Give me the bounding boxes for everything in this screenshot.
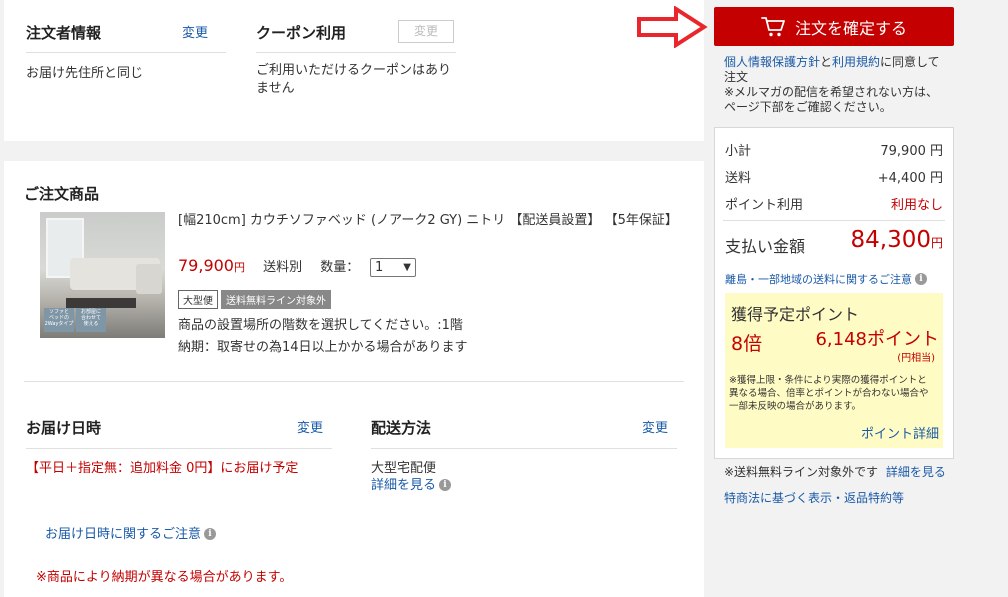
legal-notice-link[interactable]: 特商法に基づく表示・返品特約等 [724, 489, 904, 506]
items-title: ご注文商品 [24, 185, 100, 203]
delivery-date-title: お届け日時 [26, 419, 102, 437]
confirm-order-label: 注文を確定する [794, 18, 907, 38]
mailmag-note-1: ※メルマガの配信を希望されない方は、 [724, 85, 939, 99]
delivery-warning: ※商品により納期が異なる場合があります。 [36, 570, 293, 585]
product-tags: 大型便 送料無料ライン対象外 [178, 289, 334, 309]
orderer-value: お届け先住所と同じ [26, 66, 144, 81]
shipping-detail-row: 詳細を見る i [371, 474, 452, 493]
coupon-divider [256, 52, 456, 53]
agree-suffix-2: 注文 [724, 70, 749, 84]
product-price: 79,900 [178, 256, 234, 275]
coupon-text: ご利用いただけるクーポンはありません [256, 63, 452, 96]
order-items-card: ご注文商品 ソファと ベッドの 2Wayタイプ お部屋に 合わせて 使える [幅… [4, 161, 704, 597]
shipping-method-change-link[interactable]: 変更 [642, 417, 668, 436]
product-thumbnail[interactable]: ソファと ベッドの 2Wayタイプ お部屋に 合わせて 使える [40, 212, 165, 338]
agree-text: 個人情報保護方針と利用規約に同意して 注文 ※メルマガの配信を希望されない方は、… [724, 55, 954, 115]
free-shipping-row: ※送料無料ライン対象外です 詳細を見る [724, 463, 946, 480]
points-yen-equiv: (円相当) [897, 353, 935, 364]
points-note-line: ※獲得上限・条件により実際の獲得ポイントと [729, 375, 927, 386]
thumb-table [66, 298, 136, 308]
confirm-order-button[interactable]: 注文を確定する [714, 7, 954, 46]
points-detail-link[interactable]: ポイント詳細 [861, 423, 939, 442]
total-unit: 円 [930, 236, 943, 250]
thumb-badge-1: ソファと ベッドの 2Wayタイプ [44, 308, 74, 332]
shipping-fee-label: 送料 [725, 171, 752, 186]
tag-large-delivery: 大型便 [178, 290, 218, 309]
arrow-right-icon [637, 6, 708, 48]
items-divider [24, 381, 684, 382]
agree-and: と [820, 55, 833, 69]
cart-icon [761, 16, 785, 36]
quantity-value: 1 [375, 260, 384, 275]
subtotal-label: 小計 [725, 144, 752, 159]
point-use-label: ポイント利用 [725, 198, 804, 213]
delivery-date-value: 【平日＋指定無：追加料金 0円】にお届け予定 [26, 461, 299, 476]
remote-notice-row: 離島・一部地域の送料に関するご注意 i [725, 268, 927, 287]
orderer-change-link[interactable]: 変更 [182, 22, 208, 41]
delivery-date-divider [26, 448, 332, 449]
shipping-fee-value: +4,400 円 [877, 171, 943, 186]
order-summary-box: 小計 79,900 円 送料 +4,400 円 ポイント利用 利用なし 支払い金… [714, 127, 954, 459]
quantity-select[interactable]: 1 ▼ [370, 258, 416, 277]
points-multiplier: 8倍 [731, 333, 763, 355]
shipping-method-divider [371, 448, 677, 449]
thumb-sofa-arm [136, 264, 162, 294]
shipping-detail-link[interactable]: 詳細を見る [371, 478, 436, 493]
shipping-method-title: 配送方法 [371, 419, 432, 437]
product-price-unit: 円 [233, 261, 245, 274]
remote-area-link[interactable]: 離島・一部地域の送料に関するご注意 [725, 273, 912, 286]
info-icon[interactable]: i [915, 272, 927, 285]
coupon-change-button[interactable]: 変更 [398, 20, 454, 43]
total-label: 支払い金額 [725, 237, 806, 256]
point-use-value: 利用なし [890, 198, 943, 213]
delivery-date-change-link[interactable]: 変更 [297, 417, 323, 436]
privacy-policy-link[interactable]: 個人情報保護方針 [724, 55, 820, 69]
free-shipping-note: ※送料無料ライン対象外です [724, 465, 879, 479]
subtotal-value: 79,900 円 [880, 144, 943, 159]
terms-link[interactable]: 利用規約 [832, 55, 880, 69]
points-box: 獲得予定ポイント 8倍 6,148ポイント (円相当) ※獲得上限・条件により実… [725, 293, 943, 448]
qty-label: 数量： [320, 260, 360, 275]
product-delivery-note: 納期：取寄せの為14日以上かかる場合があります [178, 340, 468, 355]
delivery-notice-row: お届け日時に関するご注意 i [45, 523, 217, 542]
product-floor-note: 商品の設置場所の階数を選択してください。:1階 [178, 318, 463, 333]
delivery-notice-link[interactable]: お届け日時に関するご注意 [45, 527, 201, 542]
tag-not-free-shipping: 送料無料ライン対象外 [221, 290, 331, 309]
points-note: ※獲得上限・条件により実際の獲得ポイントと 異なる場合、倍率とポイントが合わない… [729, 374, 929, 413]
info-icon[interactable]: i [204, 527, 217, 540]
mailmag-note-2: ページ下部をご確認ください。 [724, 100, 892, 114]
orderer-divider [26, 52, 226, 53]
info-icon[interactable]: i [439, 478, 452, 491]
free-shipping-detail-link[interactable]: 詳細を見る [886, 465, 946, 479]
agree-suffix: に同意して [880, 55, 940, 69]
total-value: 84,300 [850, 227, 931, 253]
total-amount: 84,300円 [851, 227, 944, 253]
orderer-title: 注文者情報 [26, 24, 102, 42]
product-shipping: 送料別 [263, 260, 303, 275]
points-note-line: 一部未反映の場合があります。 [729, 401, 862, 412]
chevron-down-icon: ▼ [403, 262, 411, 273]
coupon-title: クーポン利用 [256, 24, 347, 42]
product-name[interactable]: [幅210cm] カウチソファベッド (ノアーク2 GY) ニトリ 【配送員設置… [178, 211, 683, 230]
orderer-coupon-card: 注文者情報 変更 お届け先住所と同じ クーポン利用 変更 ご利用いただけるクーポ… [4, 0, 704, 141]
points-title: 獲得予定ポイント [731, 305, 860, 324]
points-amount: 6,148ポイント [815, 329, 939, 350]
points-note-line: 異なる場合、倍率とポイントが合わない場合や [729, 388, 929, 399]
summary-divider [723, 220, 945, 221]
thumb-badge-2: お部屋に 合わせて 使える [76, 308, 106, 332]
product-price-row: 79,900円 送料別 数量： [178, 256, 359, 275]
